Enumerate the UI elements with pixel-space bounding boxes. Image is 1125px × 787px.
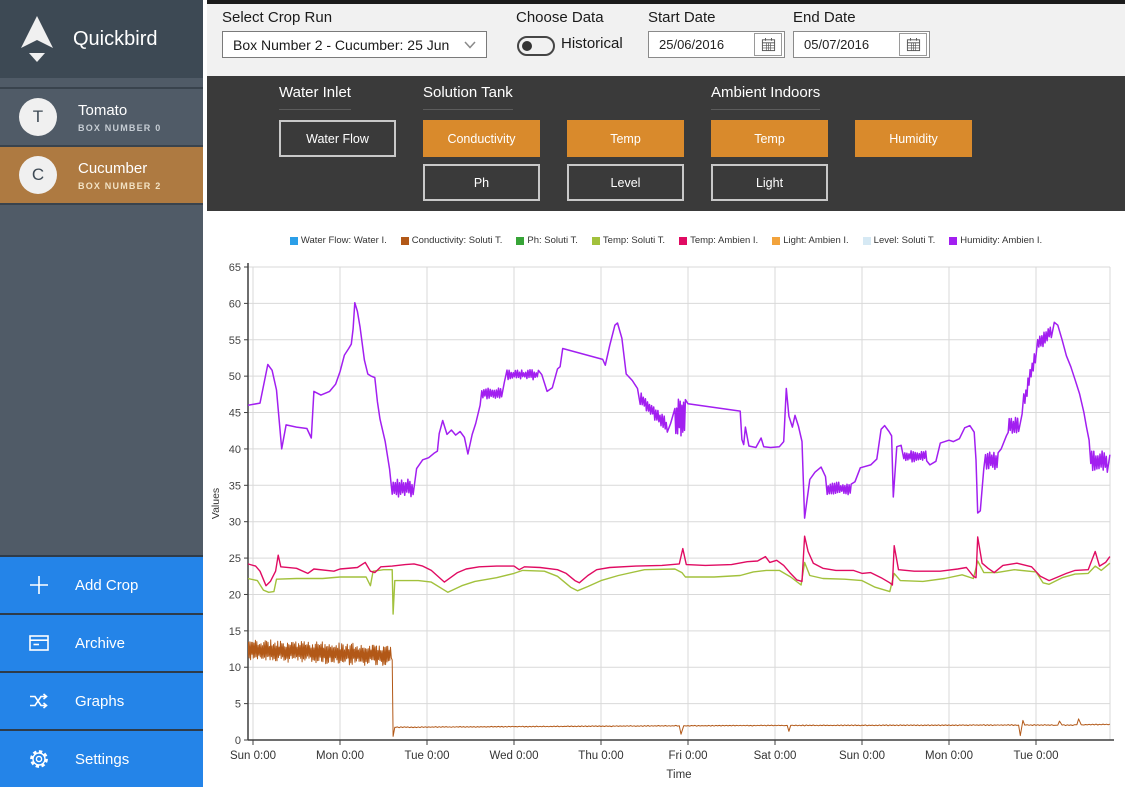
end-date-label: End Date [793,9,856,26]
start-date-label: Start Date [648,9,716,26]
sensor-button-water-flow[interactable]: Water Flow [279,120,396,157]
sidebar-item-crop-cucumber[interactable]: C Cucumber BOX NUMBER 2 [0,145,203,205]
archive-icon [29,635,49,651]
svg-text:Values: Values [210,488,222,519]
sidebar-action-graphs[interactable]: Graphs [0,671,203,729]
crop-text: Tomato BOX NUMBER 0 [78,102,161,133]
svg-text:5: 5 [235,699,241,711]
start-date-calendar-button[interactable] [754,33,782,56]
plus-icon [30,576,48,594]
svg-text:30: 30 [229,517,241,529]
sensor-button-light[interactable]: Light [711,164,828,201]
sensor-column: Ambient Indoors Temp Light [711,76,828,201]
crop-run-value: Box Number 2 - Cucumber: 25 Jun [233,36,450,53]
svg-text:Mon 0:00: Mon 0:00 [316,750,364,762]
sensor-button-temp[interactable]: Temp [711,120,828,157]
sensor-button-temp[interactable]: Temp [567,120,684,157]
end-date-field[interactable]: 05/07/2016 [793,31,930,58]
gear-icon [30,750,48,768]
action-label: Add Crop [75,576,139,594]
avatar: T [19,98,57,136]
chevron-down-icon [464,40,476,49]
svg-text:Tue 0:00: Tue 0:00 [405,750,450,762]
crop-box-number: BOX NUMBER 0 [78,122,162,133]
sensor-panel: Water Inlet Water Flow Solution Tank Conduc… [207,76,1125,211]
svg-text:60: 60 [229,298,241,310]
svg-text:Mon 0:00: Mon 0:00 [925,750,973,762]
sidebar-action-add-crop[interactable]: Add Crop [0,555,203,613]
start-date-value: 25/06/2016 [659,37,725,52]
svg-text:Sat 0:00: Sat 0:00 [754,750,797,762]
svg-text:0: 0 [235,735,241,747]
sidebar: Quickbird T Tomato BOX NUMBER 0 C Cucumber BO… [0,0,203,787]
crop-name: Cucumber [78,159,148,177]
topbar: Select Crop Run Box Number 2 - Cucumber:… [207,4,1125,76]
sidebar-action-archive[interactable]: Archive [0,613,203,671]
end-date-calendar-button[interactable] [899,33,927,56]
sensor-button-ph[interactable]: Ph [423,164,540,201]
svg-text:Sun 0:00: Sun 0:00 [839,750,885,762]
line-chart: 0 5 10 15 20 25 30 35 40 45 50 55 60 65 Sun 0:00 Mon 0:… [210,262,1114,781]
sensor-button-level[interactable]: Level [567,164,684,201]
svg-text:35: 35 [229,480,241,492]
crop-list: T Tomato BOX NUMBER 0 C Cucumber BOX NUMBER 2 [0,87,203,205]
choose-data-label: Choose Data [516,9,604,26]
action-label: Settings [75,750,130,768]
svg-text:20: 20 [229,589,241,601]
svg-text:65: 65 [229,262,241,274]
action-label: Graphs [75,692,125,710]
svg-text:40: 40 [229,444,241,456]
sidebar-item-crop-tomato[interactable]: T Tomato BOX NUMBER 0 [0,87,203,145]
sensor-column: Humidity [855,76,972,157]
sensor-column: Solution Tank Conductivity Ph [423,76,540,201]
quickbird-logo-icon [21,16,53,62]
calendar-icon [761,37,775,52]
svg-text:15: 15 [229,626,241,638]
historical-label: Historical [561,35,623,52]
sensor-column: Temp Level [567,76,684,201]
toggle-knob [522,41,532,51]
start-date-field[interactable]: 25/06/2016 [648,31,785,58]
sensor-button-conductivity[interactable]: Conductivity [423,120,540,157]
svg-text:45: 45 [229,408,241,420]
svg-text:Wed 0:00: Wed 0:00 [489,750,538,762]
app-title: Quickbird [73,27,158,50]
crop-text: Cucumber BOX NUMBER 2 [78,160,161,191]
svg-text:Sun 0:00: Sun 0:00 [230,750,276,762]
historical-toggle[interactable] [517,36,555,56]
action-label: Archive [75,634,126,652]
sensor-column: Water Inlet Water Flow [279,76,396,157]
svg-text:Tue 0:00: Tue 0:00 [1014,750,1059,762]
svg-text:10: 10 [229,662,241,674]
sidebar-actions: Add Crop Archive Graphs Settings [0,555,203,787]
app-header: Quickbird [0,0,203,78]
sensor-group-heading: Solution Tank [423,84,513,110]
shuffle-icon [30,693,48,709]
sensor-group-heading: Water Inlet [279,84,351,110]
crop-box-number: BOX NUMBER 2 [78,180,162,191]
svg-text:25: 25 [229,553,241,565]
crop-run-dropdown[interactable]: Box Number 2 - Cucumber: 25 Jun [222,31,487,58]
crop-name: Tomato [78,101,128,119]
svg-text:Thu 0:00: Thu 0:00 [578,750,623,762]
end-date-value: 05/07/2016 [804,37,870,52]
sensor-button-humidity[interactable]: Humidity [855,120,972,157]
crop-run-label: Select Crop Run [222,9,333,26]
svg-text:55: 55 [229,335,241,347]
svg-text:50: 50 [229,371,241,383]
chart-area: Water Flow: Water I. Conductivity: Soluti… [207,211,1125,787]
calendar-icon [906,37,920,52]
svg-text:Time: Time [666,769,691,781]
sidebar-action-settings[interactable]: Settings [0,729,203,787]
avatar: C [19,156,57,194]
svg-text:Fri 0:00: Fri 0:00 [669,750,708,762]
sensor-group-heading: Ambient Indoors [711,84,821,110]
